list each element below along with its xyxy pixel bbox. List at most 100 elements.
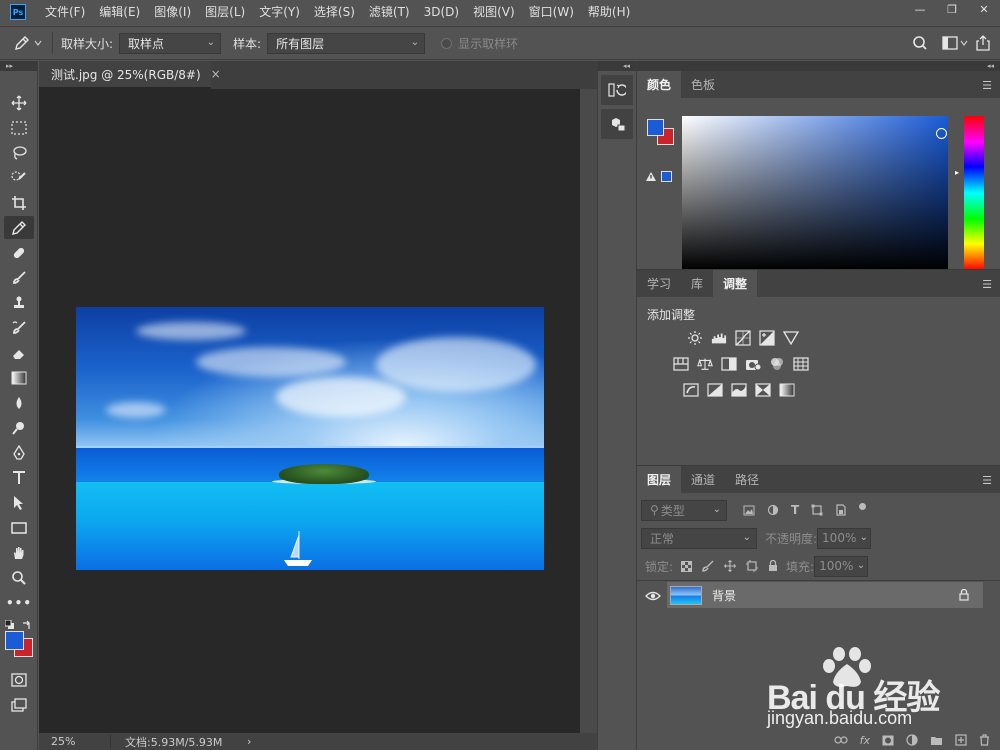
adjustment-filter-icon[interactable] bbox=[767, 504, 779, 516]
menu-edit[interactable]: 编辑(E) bbox=[92, 0, 147, 24]
warning-icon[interactable] bbox=[645, 171, 657, 182]
lasso-tool[interactable] bbox=[4, 141, 34, 164]
curves-icon[interactable] bbox=[735, 330, 751, 346]
hue-saturation-icon[interactable] bbox=[673, 356, 689, 372]
chevron-down-icon[interactable] bbox=[960, 39, 968, 47]
minimize-button[interactable]: — bbox=[904, 0, 936, 18]
collapse-arrows-icon[interactable]: ▸▸ bbox=[0, 61, 37, 71]
opacity-input[interactable]: 100% ⌄ bbox=[817, 527, 872, 549]
black-white-icon[interactable] bbox=[721, 356, 737, 372]
move-tool[interactable] bbox=[4, 91, 34, 114]
lock-position-icon[interactable] bbox=[724, 560, 736, 572]
gradient-map-icon[interactable] bbox=[779, 382, 795, 398]
marquee-tool[interactable] bbox=[4, 116, 34, 139]
panel-menu-icon[interactable]: ☰ bbox=[982, 79, 992, 92]
history-panel-button[interactable] bbox=[601, 75, 633, 105]
layer-filter-select[interactable]: ⚲ 类型 ⌄ bbox=[641, 499, 727, 521]
menu-type[interactable]: 文字(Y) bbox=[252, 0, 307, 24]
new-group-icon[interactable] bbox=[930, 735, 943, 746]
type-tool[interactable] bbox=[4, 466, 34, 489]
close-tab-icon[interactable]: × bbox=[211, 67, 221, 81]
color-field[interactable] bbox=[682, 116, 948, 270]
swap-colors-icon[interactable] bbox=[22, 620, 32, 630]
share-icon[interactable] bbox=[976, 35, 990, 51]
dodge-tool[interactable] bbox=[4, 416, 34, 439]
clone-stamp-tool[interactable] bbox=[4, 291, 34, 314]
hue-slider-handle[interactable]: ▸ bbox=[955, 168, 959, 177]
menu-file[interactable]: 文件(F) bbox=[38, 0, 92, 24]
document-tab[interactable]: 测试.jpg @ 25%(RGB/8#) × bbox=[39, 61, 221, 89]
fx-icon[interactable]: fx bbox=[860, 734, 870, 747]
invert-icon[interactable] bbox=[683, 382, 699, 398]
canvas[interactable] bbox=[39, 89, 580, 733]
selective-color-icon[interactable] bbox=[755, 382, 771, 398]
color-lookup-icon[interactable] bbox=[793, 356, 809, 372]
eyedropper-tool[interactable] bbox=[4, 216, 34, 239]
channel-mixer-icon[interactable] bbox=[769, 356, 785, 372]
filter-toggle-icon[interactable] bbox=[859, 502, 867, 510]
add-mask-icon[interactable] bbox=[882, 735, 894, 746]
search-icon[interactable] bbox=[912, 35, 928, 51]
quick-mask-button[interactable] bbox=[4, 668, 34, 691]
zoom-tool[interactable] bbox=[4, 566, 34, 589]
blur-tool[interactable] bbox=[4, 391, 34, 414]
status-menu-arrow[interactable]: › bbox=[247, 735, 251, 748]
pen-tool[interactable] bbox=[4, 441, 34, 464]
color-picker-handle[interactable] bbox=[936, 128, 947, 139]
delete-layer-icon[interactable] bbox=[979, 734, 990, 746]
vertical-scrollbar[interactable] bbox=[580, 89, 597, 733]
zoom-level[interactable]: 25% bbox=[39, 735, 111, 748]
link-layers-icon[interactable] bbox=[834, 736, 848, 744]
blend-mode-select[interactable]: 正常 ⌄ bbox=[641, 527, 757, 549]
menu-help[interactable]: 帮助(H) bbox=[581, 0, 637, 24]
menu-window[interactable]: 窗口(W) bbox=[522, 0, 581, 24]
lock-all-icon[interactable] bbox=[768, 560, 778, 572]
healing-brush-tool[interactable] bbox=[4, 241, 34, 264]
shape-filter-icon[interactable] bbox=[811, 504, 823, 516]
hand-tool[interactable] bbox=[4, 541, 34, 564]
new-layer-icon[interactable] bbox=[955, 734, 967, 746]
type-filter-icon[interactable]: T bbox=[791, 503, 799, 517]
more-tools[interactable]: ••• bbox=[4, 591, 34, 614]
show-ring-checkbox[interactable]: 显示取样环 bbox=[441, 35, 518, 52]
posterize-icon[interactable] bbox=[707, 382, 723, 398]
rectangle-tool[interactable] bbox=[4, 516, 34, 539]
threshold-icon[interactable] bbox=[731, 382, 747, 398]
crop-tool[interactable] bbox=[4, 191, 34, 214]
panel-fg-swatch[interactable] bbox=[647, 119, 664, 136]
history-brush-tool[interactable] bbox=[4, 316, 34, 339]
menu-select[interactable]: 选择(S) bbox=[307, 0, 362, 24]
color-balance-icon[interactable] bbox=[697, 356, 713, 372]
pixel-filter-icon[interactable] bbox=[743, 505, 755, 516]
close-window-button[interactable]: ✕ bbox=[968, 0, 1000, 18]
layer-row[interactable]: 背景 bbox=[667, 582, 983, 608]
tab-adjustments[interactable]: 调整 bbox=[713, 270, 758, 297]
brightness-icon[interactable] bbox=[687, 330, 703, 346]
brush-tool[interactable] bbox=[4, 266, 34, 289]
tab-paths[interactable]: 路径 bbox=[725, 466, 769, 493]
menu-image[interactable]: 图像(I) bbox=[147, 0, 198, 24]
lock-artboard-icon[interactable] bbox=[746, 560, 759, 572]
color-swatches[interactable] bbox=[0, 618, 37, 664]
collapse-arrows-icon[interactable]: ◂◂ bbox=[598, 61, 636, 71]
tab-swatches[interactable]: 色板 bbox=[681, 71, 725, 98]
sample-size-select[interactable]: 取样点 ⌄ bbox=[119, 32, 222, 54]
tab-color[interactable]: 颜色 bbox=[637, 71, 682, 98]
default-colors-icon[interactable] bbox=[5, 620, 15, 630]
smart-object-filter-icon[interactable] bbox=[835, 504, 847, 516]
tab-channels[interactable]: 通道 bbox=[681, 466, 725, 493]
photo-filter-icon[interactable] bbox=[745, 356, 761, 372]
gradient-tool[interactable] bbox=[4, 366, 34, 389]
levels-icon[interactable] bbox=[711, 330, 727, 346]
tab-libraries[interactable]: 库 bbox=[681, 270, 713, 297]
tab-learn[interactable]: 学习 bbox=[637, 270, 681, 297]
panel-menu-icon[interactable]: ☰ bbox=[982, 278, 992, 291]
quick-select-tool[interactable] bbox=[4, 166, 34, 189]
eye-icon[interactable] bbox=[645, 590, 661, 602]
screen-mode-button[interactable] bbox=[4, 693, 34, 716]
path-select-tool[interactable] bbox=[4, 491, 34, 514]
properties-panel-button[interactable] bbox=[601, 109, 633, 139]
hue-slider[interactable] bbox=[964, 116, 984, 270]
lock-pixels-icon[interactable] bbox=[702, 560, 714, 572]
vibrance-icon[interactable] bbox=[783, 330, 799, 346]
